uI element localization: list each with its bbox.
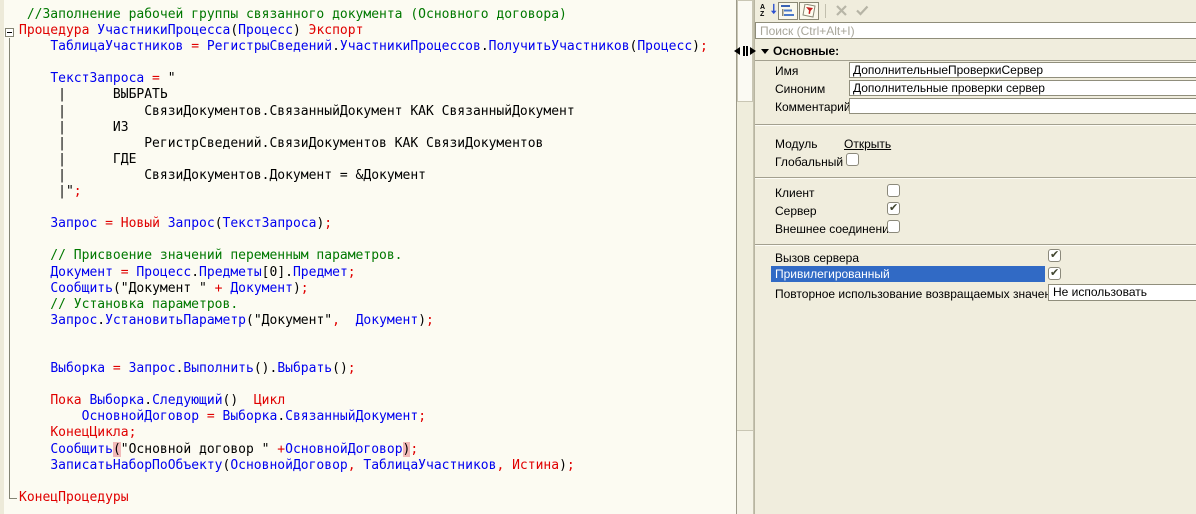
scrollbar-track-lower[interactable] <box>737 430 753 514</box>
code-line[interactable]: ОсновнойДоговор = Выборка.СвязанныйДокум… <box>19 409 708 425</box>
code-line[interactable] <box>19 232 708 248</box>
code-line[interactable]: Процедура УчастникиПроцесса(Процесс) Экс… <box>19 23 708 39</box>
code-line[interactable]: КонецЦикла; <box>19 425 708 441</box>
code-line[interactable]: | ИЗ <box>19 120 708 136</box>
toolbar-separator <box>825 3 826 18</box>
editor-vertical-scrollbar[interactable] <box>737 0 754 514</box>
external-connection-label: Внешнее соединение <box>775 222 896 236</box>
external-connection-checkbox[interactable] <box>887 220 900 233</box>
code-line[interactable]: КонецПроцедуры <box>19 490 708 506</box>
sort-az-icon[interactable] <box>757 2 777 20</box>
name-field[interactable] <box>849 62 1196 78</box>
name-label: Имя <box>775 64 799 78</box>
code-line[interactable]: //Заполнение рабочей группы связанного д… <box>19 7 708 23</box>
sort-arrow-icon <box>770 3 777 14</box>
apply-check-icon[interactable] <box>852 2 872 20</box>
privileged-label: Привилегированный <box>775 267 890 281</box>
section-collapse-icon[interactable] <box>761 49 769 54</box>
1c-designer-window: //Заполнение рабочей группы связанного д… <box>0 0 1196 514</box>
code-line[interactable] <box>19 329 708 345</box>
code-line[interactable]: ЗаписатьНаборПоОбъекту(ОсновнойДоговор, … <box>19 458 708 474</box>
code-line[interactable]: | СвязиДокументов.Документ = &Документ <box>19 168 708 184</box>
module-label: Модуль <box>775 137 818 151</box>
categorized-view-icon[interactable] <box>778 1 798 20</box>
code-line[interactable] <box>19 345 708 361</box>
code-editor[interactable]: //Заполнение рабочей группы связанного д… <box>0 0 737 514</box>
cancel-x-icon[interactable] <box>831 2 851 20</box>
search-input[interactable] <box>755 22 1196 39</box>
code-text[interactable]: //Заполнение рабочей группы связанного д… <box>19 7 708 506</box>
reuse-label: Повторное использование возвращаемых зна… <box>775 287 1065 301</box>
code-line[interactable]: Запрос = Новый Запрос(ТекстЗапроса); <box>19 216 708 232</box>
separator <box>755 177 1196 179</box>
comment-field[interactable] <box>849 98 1196 114</box>
code-line[interactable]: ТекстЗапроса = " <box>19 71 708 87</box>
server-call-label: Вызов сервера <box>775 251 859 265</box>
important-properties-icon[interactable] <box>799 1 819 20</box>
code-line[interactable]: Документ = Процесс.Предметы[0].Предмет; <box>19 265 708 281</box>
code-line[interactable]: Сообщить("Документ " + Документ); <box>19 281 708 297</box>
code-line[interactable]: Пока Выборка.Следующий() Цикл <box>19 393 708 409</box>
code-line[interactable]: | СвязиДокументов.СвязанныйДокумент КАК … <box>19 104 708 120</box>
synonym-field[interactable] <box>849 80 1196 96</box>
server-call-checkbox[interactable] <box>1048 248 1061 262</box>
comment-label: Комментарий <box>775 100 851 114</box>
global-label: Глобальный <box>775 155 844 169</box>
code-line[interactable] <box>19 55 708 71</box>
fold-collapse-icon[interactable] <box>5 28 14 37</box>
code-line[interactable]: |"; <box>19 184 708 200</box>
section-header: Основные: <box>773 44 840 58</box>
server-checkbox[interactable] <box>887 201 900 215</box>
privileged-row-selected[interactable]: Привилегированный <box>771 266 1045 282</box>
fold-scope-line <box>9 38 17 499</box>
code-line[interactable]: ТаблицаУчастников = РегистрыСведений.Уча… <box>19 39 708 55</box>
reuse-dropdown[interactable]: Не использовать <box>1048 284 1196 301</box>
code-line[interactable]: | ВЫБРАТЬ <box>19 87 708 103</box>
section-underline <box>755 60 1196 61</box>
global-checkbox[interactable] <box>846 153 859 166</box>
code-line[interactable] <box>19 474 708 490</box>
client-label: Клиент <box>775 186 815 200</box>
properties-panel: Основные: Имя Синоним Комментарий Модуль… <box>754 0 1196 514</box>
code-line[interactable] <box>19 200 708 216</box>
splitter-grip-icon[interactable] <box>733 44 757 58</box>
code-line[interactable]: Запрос.УстановитьПараметр("Документ", До… <box>19 313 708 329</box>
server-label: Сервер <box>775 204 817 218</box>
code-line[interactable]: Выборка = Запрос.Выполнить().Выбрать(); <box>19 361 708 377</box>
code-line[interactable]: Сообщить("Основной договор " +ОсновнойДо… <box>19 441 708 458</box>
separator <box>755 124 1196 126</box>
editor-margin <box>0 0 4 514</box>
code-line[interactable]: | РегистрСведений.СвязиДокументов КАК Св… <box>19 136 708 152</box>
code-line[interactable] <box>19 377 708 393</box>
module-open-link[interactable]: Открыть <box>844 137 891 151</box>
code-line[interactable]: | ГДЕ <box>19 152 708 168</box>
code-line[interactable]: // Присвоение значений переменным параме… <box>19 248 708 264</box>
code-line[interactable]: // Установка параметров. <box>19 297 708 313</box>
separator <box>755 244 1196 246</box>
privileged-checkbox[interactable] <box>1048 266 1061 280</box>
properties-toolbar <box>755 0 1196 21</box>
client-checkbox[interactable] <box>887 184 900 197</box>
synonym-label: Синоним <box>775 82 826 96</box>
